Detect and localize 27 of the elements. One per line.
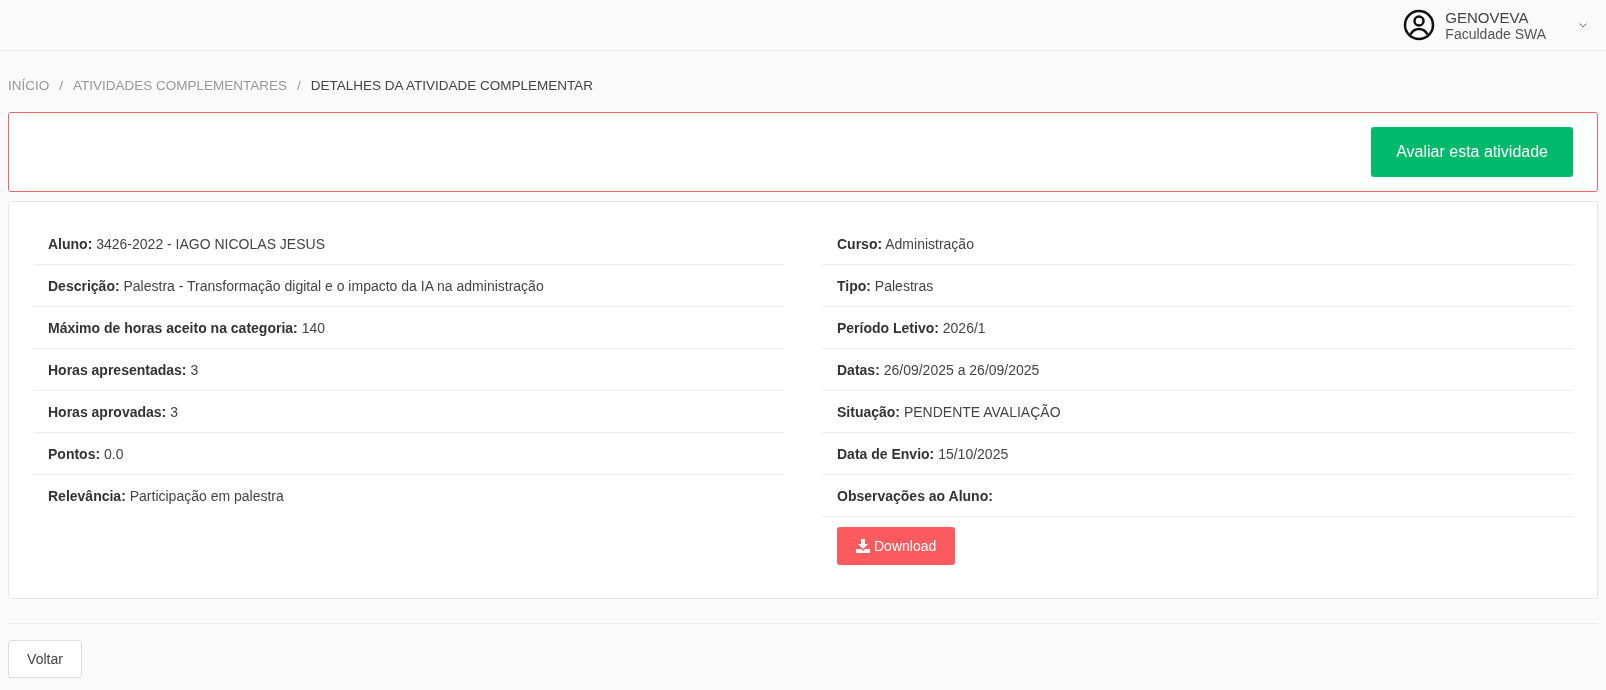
field-row: Data de Envio: 15/10/2025 — [822, 433, 1573, 475]
field-row: Horas apresentadas: 3 — [33, 349, 784, 391]
field-row: Tipo: Palestras — [822, 265, 1573, 307]
field-row: Pontos: 0.0 — [33, 433, 784, 475]
back-button[interactable]: Voltar — [8, 640, 82, 678]
breadcrumb-item[interactable]: INÍCIO — [8, 77, 50, 93]
download-button[interactable]: Download — [837, 527, 956, 565]
breadcrumb-separator: / — [59, 77, 64, 93]
breadcrumb-item[interactable]: ATIVIDADES COMPLEMENTARES — [73, 77, 288, 93]
user-name: GENOVEVA — [1445, 8, 1530, 26]
caret-icon[interactable] — [1578, 20, 1588, 30]
field-row: Curso: Administração — [822, 223, 1573, 265]
field-row: Observações ao Aluno: — [822, 475, 1573, 517]
field-row: Máximo de horas aceito na categoria: 140 — [33, 307, 784, 349]
field-row: Datas: 26/09/2025 a 26/09/2025 — [822, 349, 1573, 391]
evaluate-button[interactable]: Avaliar esta atividade — [1371, 127, 1573, 177]
download-icon — [856, 539, 870, 553]
field-row: Situação: PENDENTE AVALIAÇÃO — [822, 391, 1573, 433]
breadcrumb-separator: / — [297, 77, 301, 93]
user-icon[interactable] — [1403, 9, 1436, 41]
breadcrumb-item: DETALHES DA ATIVIDADE COMPLEMENTAR — [310, 77, 593, 93]
field-row: Horas aprovadas: 3 — [33, 391, 784, 433]
field-row: Período Letivo: 2026/1 — [822, 307, 1573, 349]
field-row-text: Relevância: Participação em palestra — [47, 487, 285, 506]
field-row: Aluno: 3426-2022 - IAGO NICOLAS JESUS — [33, 223, 784, 265]
institution-name: Faculdade SWA — [1445, 25, 1546, 42]
field-row: Descrição: Palestra - Transformação digital e o impacto da IA na administração — [33, 265, 784, 307]
